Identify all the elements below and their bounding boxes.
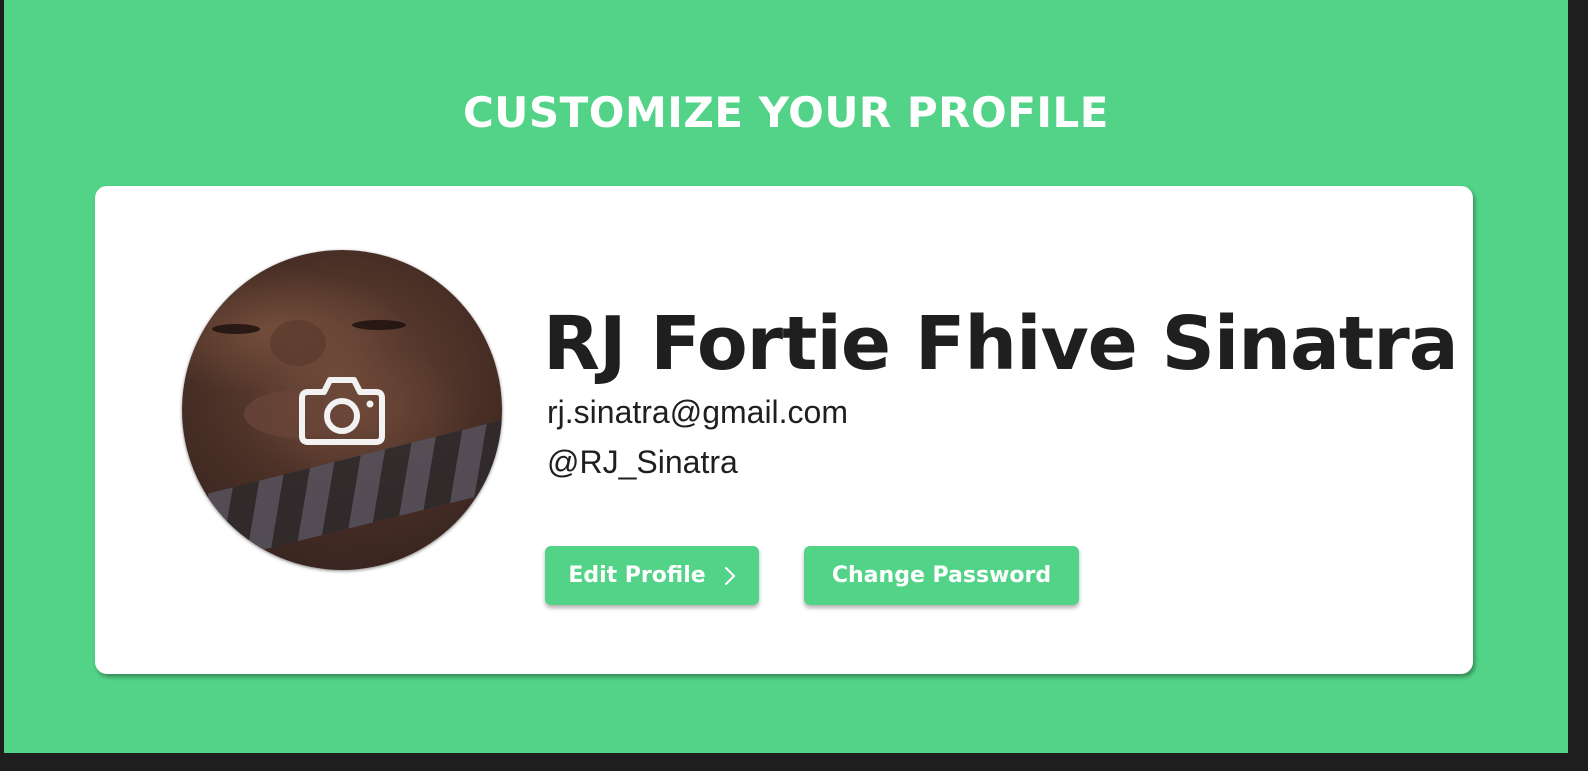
chevron-right-icon — [724, 566, 736, 586]
change-photo-button[interactable] — [296, 370, 388, 450]
profile-page: CUSTOMIZE YOUR PROFILE RJ Fortie Fhive S… — [4, 0, 1568, 753]
profile-name: RJ Fortie Fhive Sinatra — [543, 301, 1459, 387]
avatar-photo-detail — [352, 320, 406, 330]
change-password-label: Change Password — [831, 563, 1052, 588]
page-title: CUSTOMIZE YOUR PROFILE — [462, 88, 1109, 137]
avatar-photo-detail — [270, 320, 326, 366]
avatar[interactable] — [182, 250, 502, 570]
avatar-photo-detail — [212, 324, 260, 334]
edit-profile-label: Edit Profile — [568, 563, 706, 588]
change-password-button[interactable]: Change Password — [804, 546, 1079, 605]
profile-email: rj.sinatra@gmail.com — [547, 394, 848, 430]
profile-card: RJ Fortie Fhive Sinatra rj.sinatra@gmail… — [95, 186, 1473, 674]
camera-icon — [299, 377, 385, 445]
profile-handle: @RJ_Sinatra — [547, 444, 738, 480]
edit-profile-button[interactable]: Edit Profile — [545, 546, 759, 605]
